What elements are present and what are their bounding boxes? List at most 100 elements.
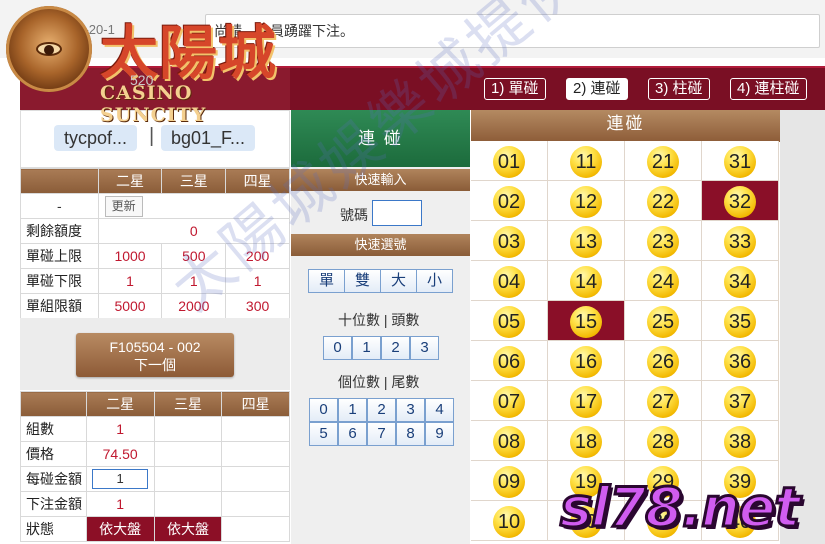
table-row: 單碰上限 1000 500 200 [20, 243, 290, 269]
refresh-cell: 更新 [97, 193, 291, 219]
number-cell-26[interactable]: 26 [625, 341, 702, 381]
number-cell-14[interactable]: 14 [548, 261, 625, 301]
number-ball: 11 [570, 146, 602, 178]
number-cell-35[interactable]: 35 [702, 301, 779, 341]
number-cell-24[interactable]: 24 [625, 261, 702, 301]
table-cell: 500 [161, 243, 227, 269]
units-digit-button[interactable]: 6 [338, 422, 367, 446]
number-cell-17[interactable]: 17 [548, 381, 625, 421]
subaccount-chip[interactable]: bg01_F... [161, 125, 256, 151]
next-draw-button[interactable]: F105504 - 002 下一個 [76, 333, 234, 377]
number-ball: 22 [647, 186, 679, 218]
tens-digit-button[interactable]: 1 [352, 336, 381, 360]
units-digit-button[interactable]: 0 [309, 398, 338, 422]
number-cell-07[interactable]: 07 [471, 381, 548, 421]
number-cell-15[interactable]: 15 [548, 301, 625, 341]
units-digit-button[interactable]: 2 [367, 398, 396, 422]
row-label: 單碰上限 [20, 243, 99, 269]
units-digit-button[interactable]: 1 [338, 398, 367, 422]
number-cell-04[interactable]: 04 [471, 261, 548, 301]
mode-single-button[interactable]: 1) 單碰 [484, 78, 546, 100]
table-row: 剩餘額度 0 [20, 218, 291, 244]
number-cell-25[interactable]: 25 [625, 301, 702, 341]
limits-header-row: 二星 三星 四星 [20, 168, 290, 194]
number-cell-05[interactable]: 05 [471, 301, 548, 341]
number-cell-11[interactable]: 11 [548, 141, 625, 181]
number-cell-16[interactable]: 16 [548, 341, 625, 381]
number-cell-12[interactable]: 12 [548, 181, 625, 221]
number-cell-21[interactable]: 21 [625, 141, 702, 181]
number-cell-03[interactable]: 03 [471, 221, 548, 261]
number-grid-header: 連碰 [471, 110, 780, 142]
tens-digit-button[interactable]: 2 [381, 336, 410, 360]
number-ball: 14 [570, 266, 602, 298]
account-chip[interactable]: tycpof... [54, 125, 138, 151]
number-ball: 02 [493, 186, 525, 218]
user-separator: | [149, 125, 155, 147]
odd-button[interactable]: 單 [308, 269, 345, 293]
number-cell-01[interactable]: 01 [471, 141, 548, 181]
number-ball: 17 [570, 386, 602, 418]
number-cell-27[interactable]: 27 [625, 381, 702, 421]
table-cell [221, 441, 290, 467]
units-digit-button[interactable]: 4 [425, 398, 454, 422]
bet-header-row: 二星 三星 四星 [20, 391, 290, 417]
number-ball: 16 [570, 346, 602, 378]
number-cell-06[interactable]: 06 [471, 341, 548, 381]
number-ball: 25 [647, 306, 679, 338]
pupil-icon [44, 45, 54, 55]
units-digit-button[interactable]: 3 [396, 398, 425, 422]
number-cell-10[interactable]: 10 [471, 501, 548, 541]
number-cell-37[interactable]: 37 [702, 381, 779, 421]
number-ball: 01 [493, 146, 525, 178]
number-ball: 07 [493, 386, 525, 418]
number-cell-38[interactable]: 38 [702, 421, 779, 461]
mode-multi-column-button[interactable]: 4) 連柱碰 [730, 78, 807, 100]
number-ball: 37 [724, 386, 756, 418]
mode-column-button[interactable]: 3) 柱碰 [648, 78, 710, 100]
tens-separator: | [383, 312, 388, 328]
number-ball: 38 [724, 426, 756, 458]
table-row: 狀態 依大盤 依大盤 [20, 516, 290, 542]
number-cell-23[interactable]: 23 [625, 221, 702, 261]
table-cell [153, 416, 223, 442]
table-row: 單碰下限 1 1 1 [20, 268, 290, 294]
number-ball: 31 [724, 146, 756, 178]
number-cell-32[interactable]: 32 [702, 181, 779, 221]
limits-table: 二星 三星 四星 - 更新 剩餘額度 0 單碰上限 1000 500 200 單… [20, 168, 291, 319]
units-digit-button[interactable]: 5 [309, 422, 338, 446]
number-cell-34[interactable]: 34 [702, 261, 779, 301]
number-cell-02[interactable]: 02 [471, 181, 548, 221]
logo-en-text: CASINO SUNCITY [100, 82, 207, 126]
even-button[interactable]: 雙 [344, 269, 381, 293]
tens-heading: 十位數 | 頭數 [338, 310, 419, 330]
number-cell-18[interactable]: 18 [548, 421, 625, 461]
table-row: 下注金額 1 [20, 491, 290, 517]
number-cell-09[interactable]: 09 [471, 461, 548, 501]
units-digit-button[interactable]: 8 [396, 422, 425, 446]
units-digit-button[interactable]: 9 [425, 422, 454, 446]
number-ball: 35 [724, 306, 756, 338]
number-cell-31[interactable]: 31 [702, 141, 779, 181]
table-row: 每碰金額 1 [20, 466, 290, 492]
number-cell-13[interactable]: 13 [548, 221, 625, 261]
number-cell-22[interactable]: 22 [625, 181, 702, 221]
refresh-button[interactable]: 更新 [104, 195, 143, 217]
number-input[interactable] [372, 200, 422, 226]
number-cell-36[interactable]: 36 [702, 341, 779, 381]
mode-multi-button[interactable]: 2) 連碰 [566, 78, 628, 100]
number-ball: 15 [570, 306, 602, 338]
small-button[interactable]: 小 [416, 269, 453, 293]
limits-header-4star: 四星 [225, 168, 290, 194]
bet-header-4star: 四星 [221, 391, 290, 417]
tens-digit-button[interactable]: 0 [323, 336, 352, 360]
big-button[interactable]: 大 [380, 269, 417, 293]
number-cell-33[interactable]: 33 [702, 221, 779, 261]
units-digit-button[interactable]: 7 [367, 422, 396, 446]
units-separator: | [383, 374, 388, 390]
tens-digit-button[interactable]: 3 [410, 336, 439, 360]
number-cell-08[interactable]: 08 [471, 421, 548, 461]
number-cell-28[interactable]: 28 [625, 421, 702, 461]
amount-per-bet-input[interactable]: 1 [92, 469, 149, 489]
number-ball: 08 [493, 426, 525, 458]
